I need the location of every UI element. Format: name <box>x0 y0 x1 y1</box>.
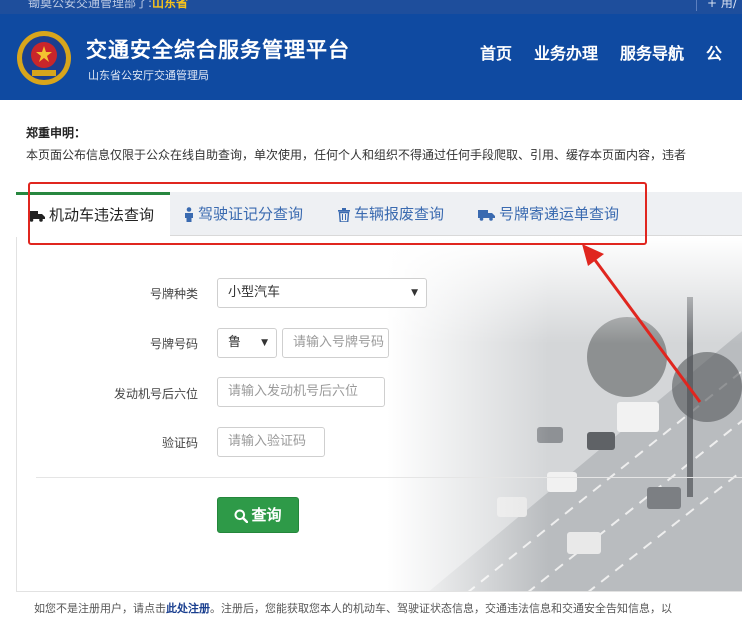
statement-title: 郑重申明： <box>26 126 87 140</box>
plate-prefix-select[interactable]: 鲁 ▼ <box>217 328 277 358</box>
registration-note-prefix: 如您不是注册用户，请点击 <box>34 602 166 615</box>
engine-number-label: 发动机号后六位 <box>113 387 198 401</box>
query-button[interactable]: 查询 <box>217 497 299 533</box>
nav-home[interactable]: 首页 <box>480 40 512 64</box>
top-strip-site-info: 锄奠公安交通管理部了:山东省 <box>28 0 188 11</box>
plate-type-label: 号牌种类 <box>149 287 198 301</box>
main-nav: 首页 业务办理 服务导航公 <box>480 40 742 64</box>
registration-note: 如您不是注册用户，请点击此处注册。注册后，您能获取您本人的机动车、驾驶证状态信息… <box>34 600 672 616</box>
site-subtitle: 山东省公安厅交通管理局 <box>88 69 209 82</box>
query-button-label: 查询 <box>251 506 282 524</box>
captcha-label: 验证码 <box>161 436 198 450</box>
engine-number-input[interactable]: 请输入发动机号后六位 <box>217 377 385 407</box>
chevron-down-icon: ▼ <box>411 288 418 298</box>
nav-business[interactable]: 业务办理 <box>534 40 598 64</box>
form-divider <box>36 477 742 478</box>
highway-background-image <box>387 237 742 591</box>
user-menu-link[interactable]: + 用/ <box>696 0 737 11</box>
register-link[interactable]: 此处注册 <box>166 602 210 615</box>
site-header: 交通安全综合服务管理平台 山东省公安厅交通管理局 首页 业务办理 服务导航公 <box>0 14 742 100</box>
annotation-highlight-box <box>28 182 647 245</box>
site-title[interactable]: 交通安全综合服务管理平台 <box>86 34 350 64</box>
top-strip-prefix: 锄奠公安交通管理部了: <box>28 0 153 10</box>
top-strip: 锄奠公安交通管理部了:山东省 + 用/ <box>0 0 742 14</box>
police-emblem-icon <box>17 31 71 85</box>
plate-number-input[interactable]: 请输入号牌号码 <box>282 328 389 358</box>
plate-type-select[interactable]: 小型汽车 ▼ <box>217 278 427 308</box>
plate-prefix-value: 鲁 <box>228 335 242 350</box>
nav-public[interactable]: 公 <box>706 40 722 64</box>
statement-text: 本页面公布信息仅限于公众在线自助查询，单次使用，任何个人和组织不得通过任何手段爬… <box>26 148 687 162</box>
search-icon <box>234 509 249 523</box>
nav-service-guide[interactable]: 服务导航 <box>620 40 684 64</box>
plate-type-value: 小型汽车 <box>228 285 281 300</box>
captcha-input[interactable]: 请输入验证码 <box>217 427 325 457</box>
registration-note-suffix: 。注册后，您能获取您本人的机动车、驾驶证状态信息，交通违法信息和交通安全告知信息… <box>210 602 672 615</box>
top-strip-province[interactable]: 山东省 <box>152 0 188 10</box>
plate-number-label: 号牌号码 <box>149 337 198 351</box>
chevron-down-icon: ▼ <box>261 338 268 348</box>
